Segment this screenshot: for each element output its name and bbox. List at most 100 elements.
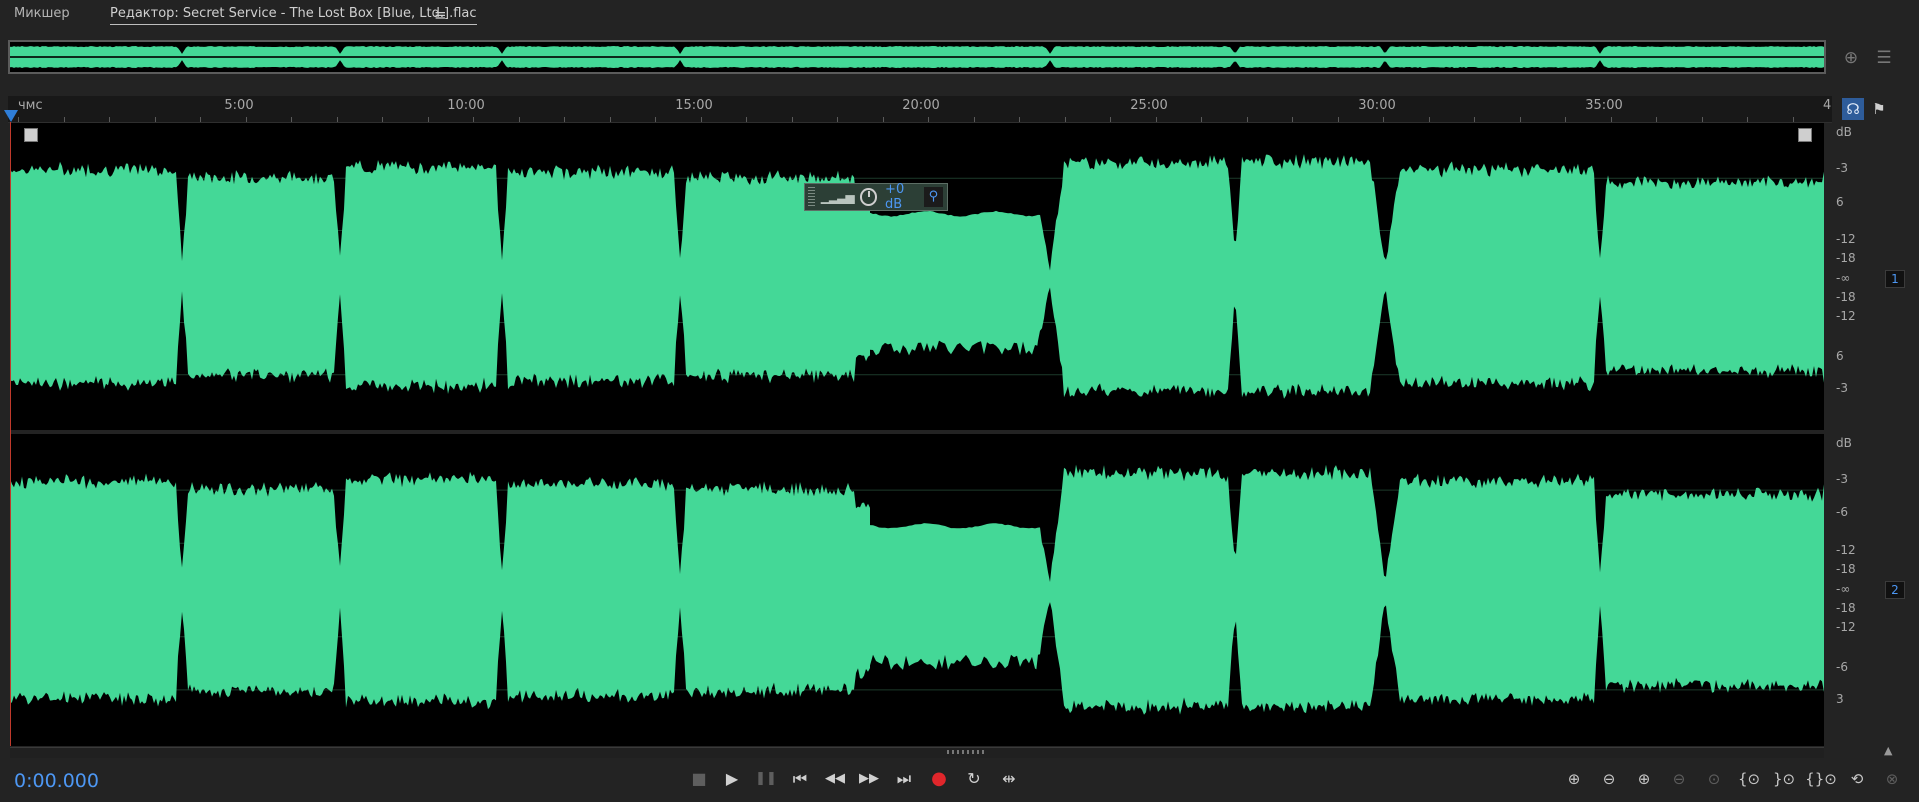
zoom-in-amplitude-icon[interactable]: ⊕ bbox=[1560, 766, 1588, 792]
ruler-minor-tick bbox=[427, 117, 429, 122]
hud-grip-handle[interactable] bbox=[808, 187, 815, 207]
db-label: -18 bbox=[1836, 290, 1856, 304]
ruler-tick-label: 15:00 bbox=[675, 98, 713, 113]
playhead-marker[interactable] bbox=[4, 110, 18, 122]
ruler-minor-tick bbox=[1474, 117, 1475, 122]
overview-waveform[interactable] bbox=[8, 40, 1826, 74]
tab-menu-icon[interactable]: ≡ bbox=[434, 6, 447, 24]
chevron-up-icon[interactable]: ▲ bbox=[1884, 744, 1892, 757]
headphones-icon[interactable]: ☊ bbox=[1842, 98, 1864, 120]
scrollbar-grip[interactable] bbox=[947, 750, 987, 754]
db-label: -18 bbox=[1836, 251, 1856, 265]
db-label: -3 bbox=[1836, 472, 1848, 486]
ruler-minor-tick bbox=[291, 117, 292, 122]
volume-knob[interactable] bbox=[859, 188, 878, 206]
zoom-out-full-icon[interactable]: ⊖ bbox=[1665, 766, 1693, 792]
ruler-minor-tick bbox=[1246, 117, 1248, 122]
db-label: 3 bbox=[1836, 692, 1844, 706]
ruler-minor-tick bbox=[1337, 117, 1339, 122]
channel-number-badge[interactable]: 1 bbox=[1885, 270, 1905, 288]
db-label: -3 bbox=[1836, 381, 1848, 395]
rewind-button[interactable]: ◀◀ bbox=[821, 766, 849, 792]
stop-button[interactable]: ■ bbox=[685, 766, 713, 792]
ruler-minor-tick bbox=[1383, 117, 1384, 122]
db-label: -∞ bbox=[1836, 582, 1851, 596]
ruler-tick-label: 30:00 bbox=[1358, 98, 1396, 113]
ruler-minor-tick bbox=[655, 117, 656, 122]
volume-level-icon: ▁▂▃▅ bbox=[820, 190, 855, 204]
fade-out-handle[interactable] bbox=[1798, 128, 1812, 142]
ruler-minor-tick bbox=[1428, 117, 1430, 122]
zoom-reset-icon[interactable]: ⟲ bbox=[1843, 766, 1871, 792]
pause-button[interactable]: ❚❚ bbox=[752, 766, 780, 792]
ruler-minor-tick bbox=[154, 117, 156, 122]
zoom-out-point-icon[interactable]: }⊙ bbox=[1770, 766, 1798, 792]
db-label: -6 bbox=[1836, 505, 1848, 519]
ruler-minor-tick bbox=[928, 117, 929, 122]
tab-mixer[interactable]: Микшер bbox=[14, 6, 70, 21]
db-label: -∞ bbox=[1836, 271, 1851, 285]
waveform-channel-1[interactable] bbox=[10, 123, 1824, 430]
db-label: -12 bbox=[1836, 309, 1856, 323]
ruler-minor-tick bbox=[1565, 117, 1566, 122]
ruler-minor-tick bbox=[200, 117, 201, 122]
time-ruler[interactable]: чмс 5:00 10:00 15:00 20:00 25:00 30:00 3… bbox=[8, 96, 1832, 123]
ruler-minor-tick bbox=[1656, 117, 1657, 122]
overview-waveform-graphic bbox=[10, 46, 1824, 68]
volume-value[interactable]: +0 dB bbox=[885, 182, 924, 212]
ruler-minor-tick bbox=[1519, 117, 1521, 122]
loop-button[interactable]: ↻ bbox=[960, 766, 988, 792]
panel-menu-icon[interactable]: ☰ bbox=[1873, 47, 1895, 69]
pin-icon[interactable]: ⚲ bbox=[923, 187, 943, 207]
db-label: 6 bbox=[1836, 349, 1844, 363]
db-label: -18 bbox=[1836, 601, 1856, 615]
zoom-selection-range-icon[interactable]: {}⊙ bbox=[1805, 766, 1837, 792]
ruler-tick-label: 10:00 bbox=[447, 98, 485, 113]
tab-editor[interactable]: Редактор: Secret Service - The Lost Box … bbox=[110, 6, 477, 25]
zoom-in-time-icon[interactable]: ⊕ bbox=[1630, 766, 1658, 792]
ruler-minor-tick bbox=[1792, 117, 1794, 122]
zoom-extra-icon[interactable]: ⊗ bbox=[1878, 766, 1906, 792]
fast-forward-button[interactable]: ▶▶ bbox=[855, 766, 883, 792]
db-label: 6 bbox=[1836, 195, 1844, 209]
db-label: -12 bbox=[1836, 620, 1856, 634]
waveform-channel-2[interactable] bbox=[10, 434, 1824, 746]
ruler-minor-tick bbox=[63, 117, 65, 122]
ruler-minor-tick bbox=[1019, 117, 1020, 122]
horizontal-scrollbar[interactable] bbox=[10, 747, 1824, 758]
ruler-minor-tick bbox=[882, 117, 884, 122]
go-to-end-button[interactable]: ⏭ bbox=[890, 766, 918, 792]
volume-hud: ▁▂▃▅ +0 dB ⚲ bbox=[804, 182, 948, 212]
zoom-crosshair-icon[interactable]: ⊕ bbox=[1840, 47, 1862, 69]
ruler-minor-tick bbox=[700, 117, 702, 122]
play-button[interactable]: ▶ bbox=[718, 766, 746, 792]
waveform-graphic bbox=[10, 154, 1824, 399]
db-label: -18 bbox=[1836, 562, 1856, 576]
fade-in-handle[interactable] bbox=[24, 128, 38, 142]
ruler-minor-tick bbox=[837, 117, 838, 122]
pin-icon[interactable]: ⚑ bbox=[1868, 98, 1890, 120]
ruler-tick-label: 4 bbox=[1823, 98, 1832, 113]
waveform-notch bbox=[870, 496, 1044, 529]
db-label: dB bbox=[1836, 436, 1852, 450]
go-to-start-button[interactable]: ⏮ bbox=[786, 766, 814, 792]
record-button[interactable]: ● bbox=[925, 766, 953, 792]
db-label: -3 bbox=[1836, 161, 1848, 175]
db-label: -12 bbox=[1836, 543, 1856, 557]
waveform-graphic bbox=[10, 464, 1824, 715]
ruler-minor-tick bbox=[518, 117, 520, 122]
ruler-tick-label: 35:00 bbox=[1585, 98, 1623, 113]
zoom-selection-icon[interactable]: ⊙ bbox=[1700, 766, 1728, 792]
ruler-minor-tick bbox=[1747, 117, 1748, 122]
ruler-minor-tick bbox=[746, 117, 747, 122]
playhead-line bbox=[10, 122, 11, 746]
ruler-tick-label: 5:00 bbox=[224, 98, 254, 113]
ruler-minor-tick bbox=[564, 117, 565, 122]
zoom-in-point-icon[interactable]: {⊙ bbox=[1735, 766, 1763, 792]
ruler-minor-tick bbox=[1701, 117, 1703, 122]
skip-selection-button[interactable]: ⇹ bbox=[995, 766, 1023, 792]
zoom-out-amplitude-icon[interactable]: ⊖ bbox=[1595, 766, 1623, 792]
current-time-display[interactable]: 0:00.000 bbox=[14, 770, 99, 792]
channel-number-badge[interactable]: 2 bbox=[1885, 581, 1905, 599]
ruler-minor-tick bbox=[1610, 117, 1612, 122]
